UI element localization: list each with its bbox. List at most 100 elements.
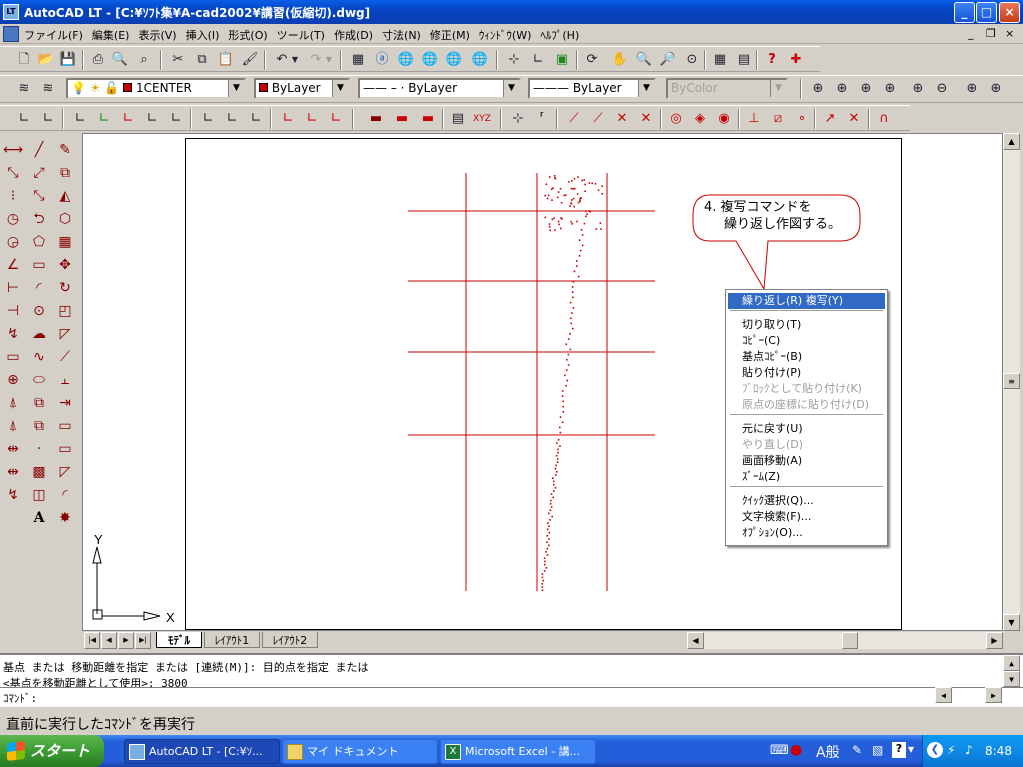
autocad-app-icon[interactable]: LT [3, 4, 19, 20]
context-menu-item[interactable]: 繰り返し(R) 複写(Y) [728, 293, 885, 309]
zoom-out-icon[interactable]: ⊖ [932, 79, 952, 99]
array-icon[interactable]: ▦ [54, 231, 76, 254]
menu-item-4[interactable]: 形式(O) [228, 27, 267, 43]
dim-tolerance-icon[interactable]: ▭ [2, 346, 24, 369]
trim-icon[interactable]: ⫠ [54, 369, 76, 392]
rectangle-icon[interactable]: ▭ [28, 254, 50, 277]
pan-icon[interactable]: ✋ [610, 50, 630, 70]
document-icon[interactable] [3, 26, 19, 42]
dim-linear-left-icon[interactable]: ⟷ [2, 139, 24, 162]
move-icon[interactable]: ✥ [54, 254, 76, 277]
lineweight-dropdown-arrow-icon[interactable]: ▼ [638, 80, 654, 97]
tab-prev-button[interactable]: ◀ [101, 632, 117, 649]
color-dropdown-arrow-icon[interactable]: ▼ [332, 80, 348, 97]
tab-last-button[interactable]: ▶| [135, 632, 151, 649]
offset-icon[interactable]: ⬡ [54, 208, 76, 231]
xyz-icon[interactable]: XYZ [472, 109, 492, 129]
tab-first-button[interactable]: |◀ [84, 632, 100, 649]
zoom-all-icon[interactable]: ⊕ [962, 79, 982, 99]
menu-item-1[interactable]: 編集(E) [92, 27, 130, 43]
snap-apparent-icon[interactable]: ✕ [636, 109, 656, 129]
snap-from-icon[interactable]: ⸢ [532, 109, 552, 129]
fillet-icon[interactable]: ◜ [54, 484, 76, 507]
zoom-scale-icon[interactable]: ⊕ [856, 79, 876, 99]
join-icon[interactable]: ▭ [54, 438, 76, 461]
zoom-center-icon[interactable]: ⊕ [880, 79, 900, 99]
ellipse-icon[interactable]: ⬭ [28, 369, 50, 392]
cut-icon[interactable]: ✂ [168, 50, 188, 70]
context-menu-item[interactable]: 基点ｺﾋﾟｰ(B) [728, 349, 885, 365]
hyperlink-icon[interactable]: 🌐 [470, 50, 490, 70]
snap-midpoint-icon[interactable]: ⟋ [588, 109, 608, 129]
web-browse-icon[interactable]: 🌐 [444, 50, 464, 70]
zoom-window-icon[interactable]: ⊕ [808, 79, 828, 99]
point-icon[interactable]: · [28, 438, 50, 461]
rotate-icon[interactable]: ↻ [54, 277, 76, 300]
tab-layout1[interactable]: ﾚｲｱｳﾄ1 [204, 632, 260, 648]
snap-perpendicular-icon[interactable]: ⊥ [744, 109, 764, 129]
snap-none-icon[interactable]: ✕ [844, 109, 864, 129]
ucs-z-icon[interactable]: ∟ [222, 109, 242, 129]
ime-mode[interactable]: A般 [816, 742, 840, 762]
cmd-scroll-up-button[interactable]: ▲ [1003, 655, 1020, 671]
ucs-view-icon[interactable]: ∟ [142, 109, 162, 129]
tab-model[interactable]: ﾓﾃﾞﾙ [156, 632, 202, 648]
arc-icon[interactable]: ◜ [28, 277, 50, 300]
dim-text-edit-icon[interactable]: ⍋ [2, 415, 24, 438]
undo-icon[interactable]: ↶ [272, 50, 292, 70]
dim-diameter-icon[interactable]: ◶ [2, 231, 24, 254]
layer-previous-icon[interactable]: ≋ [38, 79, 58, 99]
context-menu-item[interactable]: 切り取り(T) [728, 317, 885, 333]
context-menu-item[interactable]: ｺﾋﾟｰ(C) [728, 333, 885, 349]
tab-layout2[interactable]: ﾚｲｱｳﾄ2 [262, 632, 318, 648]
dim-style-icon[interactable]: ⇹ [2, 461, 24, 484]
cmd-scroll-left-button[interactable]: ◀ [935, 687, 952, 703]
line-icon[interactable]: ╱ [28, 139, 50, 162]
menu-item-0[interactable]: ファイル(F) [24, 27, 83, 43]
ucs-face-icon[interactable]: ∟ [118, 109, 138, 129]
snap-node-icon[interactable]: ∘ [792, 109, 812, 129]
ucs-world-icon[interactable]: ∟ [14, 109, 34, 129]
close-button[interactable]: × [999, 2, 1020, 23]
menu-item-3[interactable]: 挿入(I) [186, 27, 220, 43]
zoom-realtime-icon[interactable]: 🔍 [634, 50, 654, 70]
lengthen-icon[interactable]: ⟋ [54, 346, 76, 369]
menu-item-6[interactable]: 作成(D) [334, 27, 373, 43]
context-menu-item[interactable]: ｸｲｯｸ選択(Q)... [728, 493, 885, 509]
ime-tools-icon[interactable]: ▧ [872, 743, 883, 757]
mdi-restore-button[interactable]: ❐ [986, 27, 996, 40]
open-file-icon[interactable]: 📂 [36, 50, 56, 70]
snap-insert-icon[interactable]: ⧄ [768, 109, 788, 129]
context-menu-item[interactable]: ｽﾞｰﾑ(Z) [728, 469, 885, 485]
polygon2-icon[interactable]: ⬠ [28, 231, 50, 254]
context-menu-item[interactable]: ｵﾌﾟｼｮﾝ(O)... [728, 525, 885, 541]
new-file-icon[interactable]: 🗋 [14, 50, 34, 70]
ucs-3-icon[interactable]: ∟ [246, 109, 266, 129]
insert-block-icon[interactable]: ⧉ [28, 392, 50, 415]
volume-icon[interactable]: ♪ [965, 743, 973, 757]
layer-dropdown[interactable]: 💡 ☀ 🔓 1CENTER ▼ [66, 78, 246, 99]
dim-edit-icon[interactable]: ⍋ [2, 392, 24, 415]
dim-center-icon[interactable]: ⊕ [2, 369, 24, 392]
find-icon[interactable]: ⌕ [134, 50, 154, 70]
web-publish-icon[interactable]: 🌐 [420, 50, 440, 70]
ucs-x-icon[interactable]: ∟ [198, 109, 218, 129]
calculator-icon[interactable]: ▤ [734, 50, 754, 70]
make-block-icon[interactable]: ⧉ [28, 415, 50, 438]
zoom-window-icon[interactable]: 🔎 [658, 50, 678, 70]
properties-icon[interactable]: ▣ [552, 50, 572, 70]
extend-icon[interactable]: ⇥ [54, 392, 76, 415]
dim-radius-icon[interactable]: ◷ [2, 208, 24, 231]
vertical-scrollbar[interactable]: ▲ ≡ ▼ [1003, 133, 1020, 631]
command-input[interactable]: ｺﾏﾝﾄﾞ: [0, 687, 1023, 705]
ime-options-icon[interactable]: ▾ [908, 742, 914, 756]
ucs-zaxis-icon[interactable]: ∟ [326, 109, 346, 129]
show-hidden-icons-icon[interactable]: ❮ [927, 742, 943, 758]
mdi-minimize-button[interactable]: _ [968, 27, 974, 40]
dim-angular-icon[interactable]: ∠ [2, 254, 24, 277]
lineweight-dropdown[interactable]: ——— ByLayer ▼ [528, 78, 656, 99]
help-icon[interactable]: ? [762, 50, 782, 70]
chamfer-icon[interactable]: ◸ [54, 461, 76, 484]
region-icon[interactable]: ◫ [28, 484, 50, 507]
keyboard-icon[interactable]: ⌨ [770, 743, 789, 758]
